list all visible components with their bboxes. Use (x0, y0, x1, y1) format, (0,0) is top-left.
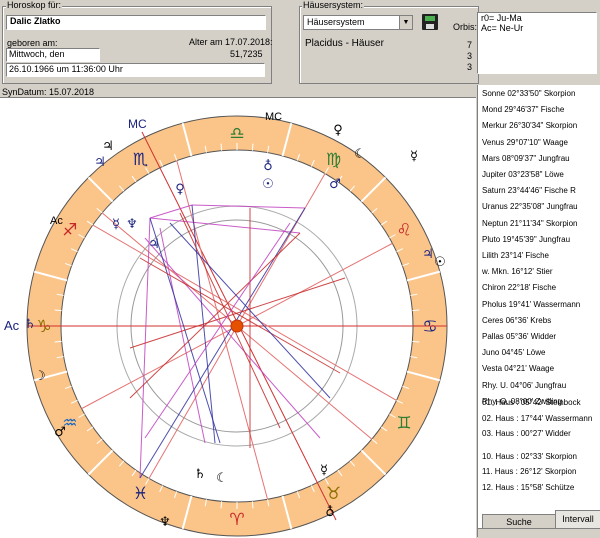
planet-icon: ☉ (262, 177, 274, 192)
degree-tick (220, 501, 223, 509)
planet-icon: ☽ (34, 369, 46, 384)
house-cusp-row: 02. Haus : 17°44' Wassermann (482, 413, 593, 423)
planet-icon: ☿ (410, 149, 418, 164)
name-field[interactable]: Dalic Zlatko (6, 15, 266, 30)
chart-area: ♎ ♍ ♌ ♋ ♊ ♉ ♈ ♓ ♒ ♑ ♐ ♏ MC MC Ac Ac ♃ ♃ ♀ ☾ ☿ ♂ ☉ ♁ ♀ ☿ ♆ ♃ ♃ ☉ ☽… (0, 97, 476, 538)
orbis-label: Orbis: (453, 22, 478, 32)
planet-icon: ♁ (263, 159, 273, 174)
syn-date: SynDatum: 15.07.2018 (2, 87, 95, 97)
planet-position-row: Vesta 04°21' Waage (482, 364, 555, 374)
orbis-box[interactable]: r0= Ju-Ma Ac= Ne-Ur (477, 12, 597, 74)
datetime-field[interactable]: 26.10.1966 um 11:36:00 Uhr (6, 63, 265, 77)
planet-position-row: Pallas 05°36' Widder (482, 332, 557, 341)
save-icon[interactable] (422, 14, 438, 30)
zodiac-sign-icon: ♍ (326, 150, 341, 170)
planet-position-row: Merkur 26°30'34" Skorpion (482, 121, 578, 131)
planet-position-row: Chiron 22°18' Fische (482, 283, 557, 293)
tab-search-label: Suche (506, 517, 532, 527)
zodiac-sign-icon: ♌ (397, 221, 412, 241)
planet-icon: ♄ (194, 467, 206, 482)
planet-position-row: Venus 29°07'10" Waage (482, 137, 568, 147)
planet-position-row: Saturn 23°44'46" Fische R (482, 186, 576, 196)
horoscope-group-title: Horoskop für: (6, 0, 63, 10)
planet-position-row: Ceres 06°36' Krebs (482, 315, 552, 325)
planet-icon: ♄ (24, 317, 36, 332)
earth-center (230, 319, 244, 333)
house-system-select-value: Häusersystem (307, 17, 365, 27)
zodiac-sign-icon: ♊ (397, 414, 412, 434)
planet-icon: ☉ (434, 255, 446, 270)
degree-tick (412, 340, 420, 343)
zodiac-sign-icon: ♎ (229, 124, 244, 144)
planet-icon: ♃ (422, 247, 434, 262)
planet-position-row: Sonne 02°33'50" Skorpion (482, 89, 576, 98)
house-number: 3 (467, 51, 473, 61)
house-system-name: Placidus - Häuser (305, 38, 384, 49)
planet-icon: ♂ (329, 177, 341, 192)
house-cusp-row: 01. Haus : 05°42' Steinbock (482, 398, 581, 407)
house-system-select[interactable]: Häusersystem ▼ (303, 15, 413, 30)
positions-panel: Sonne 02°33'50" Skorpion Mond 29°46'37" F… (477, 85, 600, 537)
born-label: geboren am: (7, 38, 58, 48)
degree-tick (251, 143, 254, 151)
degree-tick (220, 143, 223, 151)
house-cusp-row: 12. Haus : 15°58' Schütze (482, 482, 575, 492)
horoscope-wheel: ♎♍♌♋♊♉♈♓♒♑♐♏ MC MC Ac Ac ♃♃♀☾ ☿♂☉♁♀☿ ♆♃♃☉☽… (4, 111, 448, 537)
planet-icon: ♃ (148, 237, 160, 252)
planet-icon: ♆ (126, 217, 138, 232)
zodiac-sign-icon: ♋ (422, 317, 437, 337)
mc-label: MC (128, 117, 147, 131)
planet-icon: ♀ (175, 182, 185, 197)
planet-icon: ☿ (320, 463, 328, 478)
planet-icon: ♆ (159, 515, 171, 530)
ac-label-transit: Ac (50, 215, 63, 227)
planet-position-row: Uranus 22°35'08" Jungfrau (482, 202, 578, 212)
planet-position-row: Mars 08°09'37" Jungfrau (482, 153, 570, 163)
house-cusp-row: 11. Haus : 26°12' Skorpion (482, 467, 577, 476)
degree-tick (412, 309, 420, 312)
house-number: 3 (467, 62, 473, 72)
planet-icon: ☾ (354, 147, 366, 162)
planet-icon: ♃ (102, 139, 114, 154)
degree-tick (54, 340, 62, 343)
planet-position-row: Pluto 19°45'39" Jungfrau (482, 234, 571, 244)
zodiac-sign-icon: ♏ (133, 150, 148, 170)
planet-position-row: Juno 04°45' Löwe (482, 348, 546, 358)
planet-icon: ♃ (94, 155, 106, 170)
degree-tick (251, 501, 254, 509)
planet-position-row: Neptun 21°11'34" Skorpion (482, 218, 578, 228)
weekday-field[interactable]: Mittwoch, den (6, 48, 100, 62)
zodiac-sign-icon: ♓ (133, 484, 148, 504)
tab-interval-label: Intervall (562, 514, 594, 524)
house-cusp-row: 10. Haus : 02°33' Skorpion (482, 451, 578, 461)
age-value: 51,7235 (230, 49, 263, 59)
planet-position-row: w. Mkn. 16°12' Stier (482, 267, 553, 277)
chevron-down-icon[interactable]: ▼ (399, 16, 412, 29)
degree-tick (54, 309, 62, 312)
ac-label: Ac (4, 318, 20, 333)
tab-interval[interactable]: Intervall (555, 510, 600, 529)
planet-icon: ♁ (325, 505, 335, 520)
planet-icon: ☿ (112, 217, 120, 232)
orbis-line: Ac= Ne-Ur (481, 23, 524, 33)
zodiac-sign-icon: ♐ (62, 221, 77, 241)
tab-search[interactable]: Suche (482, 514, 556, 529)
orbis-line: r0= Ju-Ma (481, 13, 522, 23)
house-cusp-row: 03. Haus : 00°27' Widder (482, 429, 571, 438)
planet-position-row: Jupiter 03°23'58" Löwe (482, 170, 564, 179)
planet-icon: ☾ (216, 471, 228, 486)
planet-position-row: Pholus 19°41' Wassermann (482, 299, 581, 309)
planet-position-row: Rhy. U. 04°06' Jungfrau (482, 380, 567, 390)
zodiac-sign-icon: ♉ (326, 484, 341, 504)
house-number: 7 (467, 40, 473, 50)
house-system-title: Häusersystem: (302, 0, 365, 10)
zodiac-sign-icon: ♈ (229, 510, 244, 530)
planet-icon: ♂ (54, 425, 66, 440)
planet-position-row: Mond 29°46'37" Fische (482, 105, 565, 115)
age-label: Alter am 17.07.2018: (189, 37, 273, 47)
planet-position-row: Lilith 23°14' Fische (482, 251, 549, 260)
zodiac-sign-icon: ♑ (36, 317, 51, 337)
mc-label-transit: MC (265, 111, 282, 123)
planet-icon: ♀ (333, 123, 343, 138)
